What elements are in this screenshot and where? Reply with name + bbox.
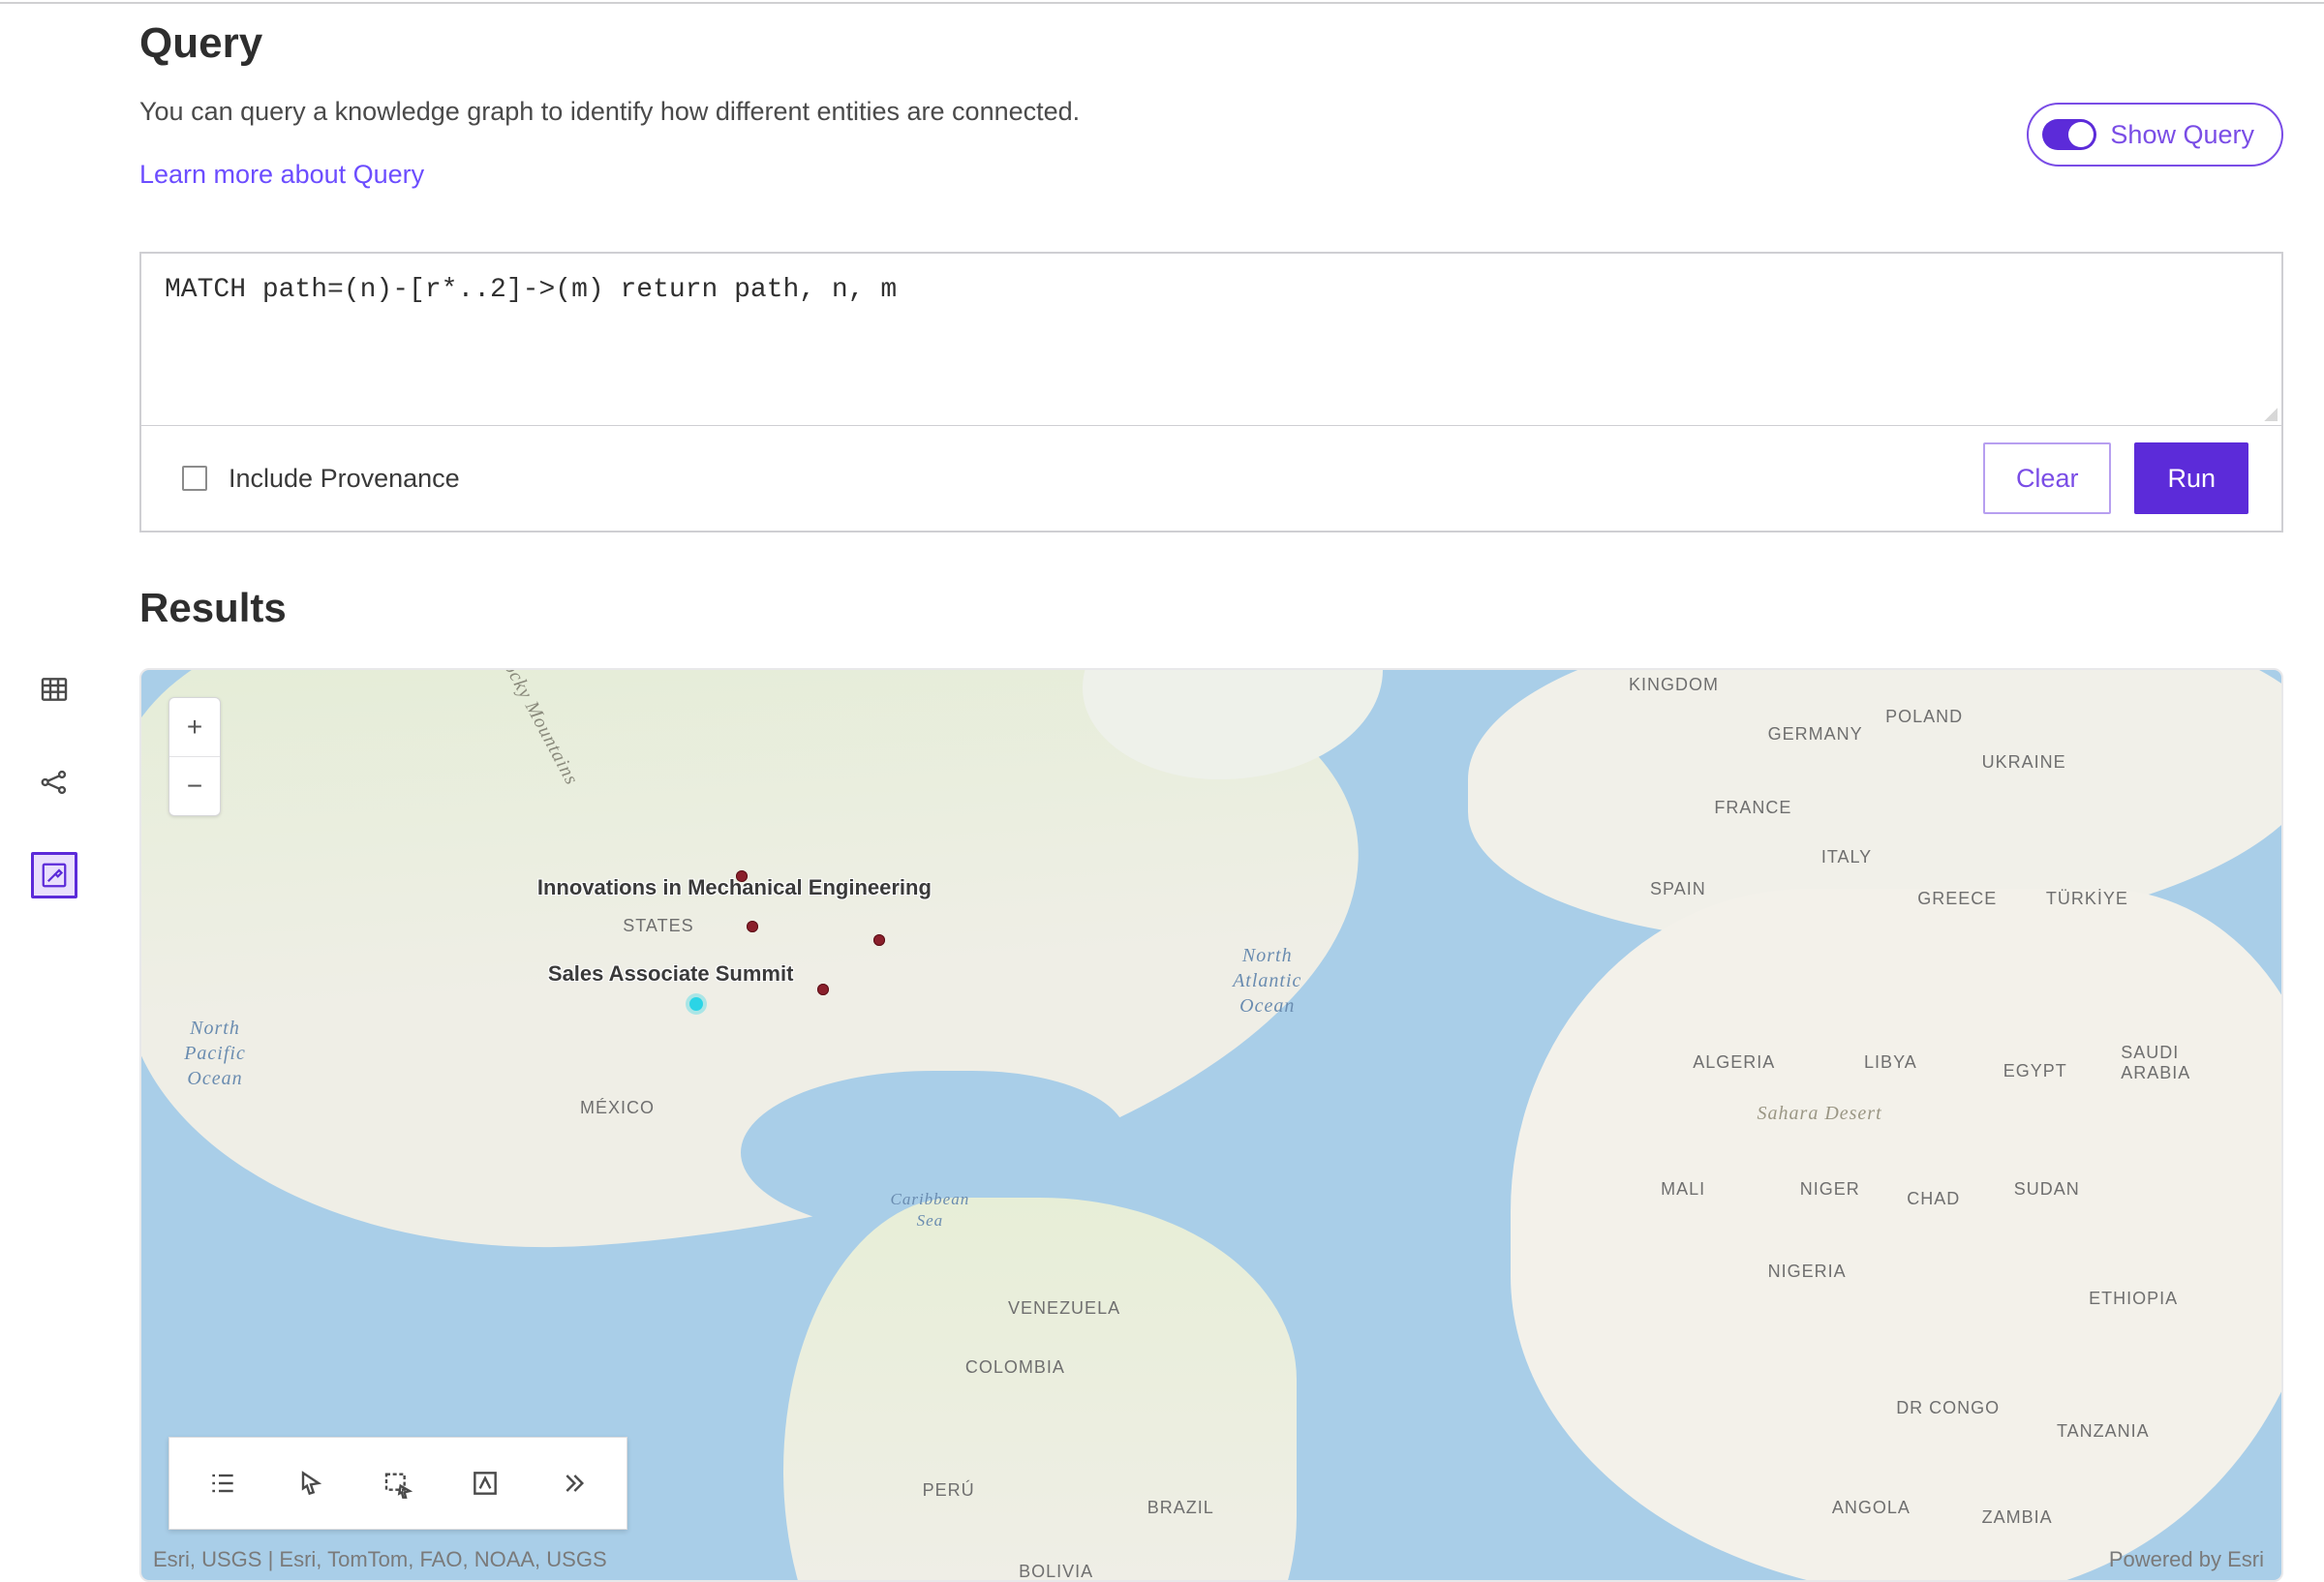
legend-icon [207,1468,238,1499]
country-label: FRANCE [1714,798,1791,818]
country-label: SUDAN [2014,1179,2080,1200]
country-label: SAUDIARABIA [2121,1043,2190,1083]
ocean-label: NorthAtlanticOcean [1233,943,1301,1019]
toolbar-pointer-button[interactable] [284,1456,338,1510]
country-label: GERMANY [1768,724,1863,745]
results-map[interactable]: Rocky Mountains NorthPacificOceanNorthAt… [139,668,2283,1582]
page-title: Query [139,19,2283,68]
table-icon [39,674,70,705]
country-label: MÉXICO [580,1098,655,1118]
map-land-africa [1511,889,2283,1582]
clear-button[interactable]: Clear [1983,442,2112,514]
toolbar-select-polygon-button[interactable] [458,1456,512,1510]
country-label: COLOMBIA [965,1357,1065,1378]
country-label: TÜRKİYE [2046,889,2128,909]
map-edit-icon [40,860,69,891]
toolbar-expand-button[interactable] [546,1456,600,1510]
toolbar-legend-button[interactable] [196,1456,250,1510]
region-label: Sahara Desert [1758,1103,1882,1125]
toggle-switch-on[interactable] [2042,119,2096,150]
country-label: GREECE [1917,889,1997,909]
map-feature-label[interactable]: Sales Associate Summit [548,961,794,987]
select-rect-icon [382,1468,413,1499]
page-subtitle: You can query a knowledge graph to ident… [139,97,2027,127]
country-label: DR CONGO [1896,1398,2000,1418]
country-label: CHAD [1907,1189,1960,1209]
map-land-south-america [783,1198,1297,1582]
zoom-out-button[interactable]: − [169,757,220,815]
zoom-in-button[interactable]: + [169,698,220,756]
resize-grip-icon[interactable] [2264,408,2278,421]
country-label: ZAMBIA [1982,1507,2053,1528]
top-divider [0,2,2324,4]
show-query-label: Show Query [2110,120,2254,150]
view-rail [17,666,91,898]
country-label: ITALY [1821,847,1872,867]
show-query-toggle[interactable]: Show Query [2027,103,2283,167]
query-panel: Include Provenance Clear Run [139,252,2283,532]
chevron-double-right-icon [558,1468,589,1499]
include-provenance-checkbox[interactable] [182,466,207,491]
query-input[interactable] [141,254,2281,420]
zoom-control: + − [168,697,221,816]
rail-table-view[interactable] [31,666,77,713]
country-label: LIBYA [1864,1052,1917,1073]
map-point[interactable] [747,921,758,932]
toolbar-select-rect-button[interactable] [371,1456,425,1510]
rail-graph-view[interactable] [31,759,77,806]
run-button[interactable]: Run [2134,442,2248,514]
country-label: NIGERIA [1768,1262,1847,1282]
country-label: ANGOLA [1832,1498,1911,1518]
country-label: UKRAINE [1982,752,2066,773]
country-label: BOLIVIA [1019,1562,1093,1582]
country-label: ALGERIA [1693,1052,1775,1073]
country-label: SPAIN [1650,879,1706,899]
country-label: ETHIOPIA [2089,1289,2178,1309]
country-label: STATES [623,916,693,936]
include-provenance-label: Include Provenance [229,464,460,494]
country-label: MALI [1661,1179,1705,1200]
learn-more-link[interactable]: Learn more about Query [139,160,424,190]
rail-map-view[interactable] [31,852,77,898]
ocean-label: CaribbeanSea [891,1189,970,1232]
country-label: POLAND [1885,707,1963,727]
map-toolbar [168,1437,627,1530]
map-feature-label[interactable]: Innovations in Mechanical Engineering [537,875,932,900]
country-label: PERÚ [923,1480,975,1501]
country-label: KINGDOM [1629,675,1719,695]
select-polygon-icon [470,1468,501,1499]
map-attribution: Esri, USGS | Esri, TomTom, FAO, NOAA, US… [153,1547,607,1572]
results-title: Results [139,585,2283,631]
country-label: BRAZIL [1147,1498,1214,1518]
ocean-label: NorthPacificOcean [184,1016,246,1091]
map-point[interactable] [873,934,885,946]
map-powered-by: Powered by Esri [2109,1547,2264,1572]
country-label: NIGER [1800,1179,1860,1200]
graph-icon [39,767,70,798]
pointer-icon [295,1468,326,1499]
country-label: TANZANIA [2057,1421,2150,1442]
country-label: VENEZUELA [1008,1298,1120,1319]
country-label: EGYPT [2003,1061,2067,1081]
